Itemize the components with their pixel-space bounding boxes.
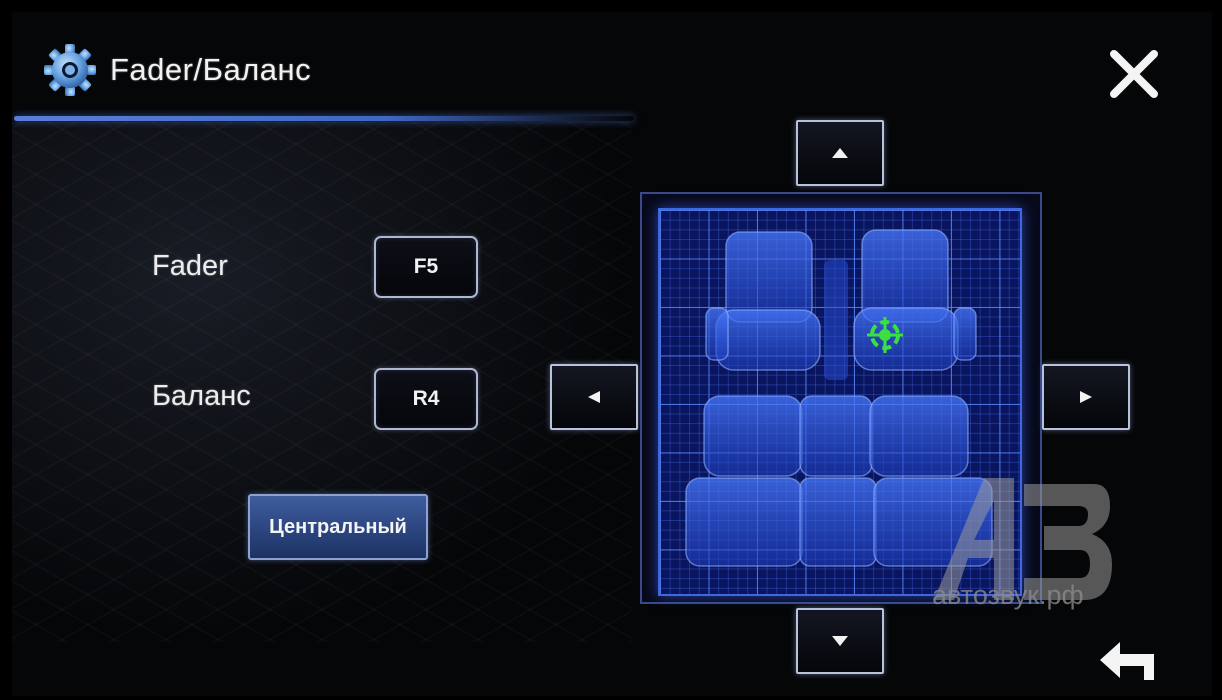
- gear-icon: [44, 44, 96, 96]
- arrow-right-icon: [1080, 391, 1092, 403]
- arrow-left-icon: [588, 391, 600, 403]
- front-left-seat: [705, 231, 821, 371]
- balance-left-button[interactable]: [550, 364, 638, 430]
- balance-value: R4: [374, 368, 478, 430]
- back-arrow-icon[interactable]: [1094, 630, 1164, 690]
- fader-up-button[interactable]: [796, 120, 884, 186]
- header-divider: [14, 116, 634, 121]
- header: Fader/Баланс: [42, 40, 311, 100]
- center-console: [824, 260, 848, 380]
- arrow-up-icon: [832, 148, 848, 158]
- balance-label: Баланс: [152, 380, 251, 412]
- page-title: Fader/Баланс: [110, 52, 312, 87]
- center-button[interactable]: Центральный: [248, 494, 428, 560]
- hex-background: [12, 122, 632, 642]
- balance-right-button[interactable]: [1042, 364, 1130, 430]
- fader-down-button[interactable]: [796, 608, 884, 674]
- front-right-seat: [853, 229, 977, 371]
- fader-value: F5: [374, 236, 478, 298]
- fader-balance-screen: Fader/Баланс Fader F5 Баланс R4 Централь…: [12, 12, 1212, 696]
- arrow-down-icon: [832, 636, 848, 646]
- fader-label: Fader: [152, 250, 228, 282]
- close-icon[interactable]: [1104, 44, 1164, 104]
- watermark-text: автозвук.рф: [932, 580, 1084, 610]
